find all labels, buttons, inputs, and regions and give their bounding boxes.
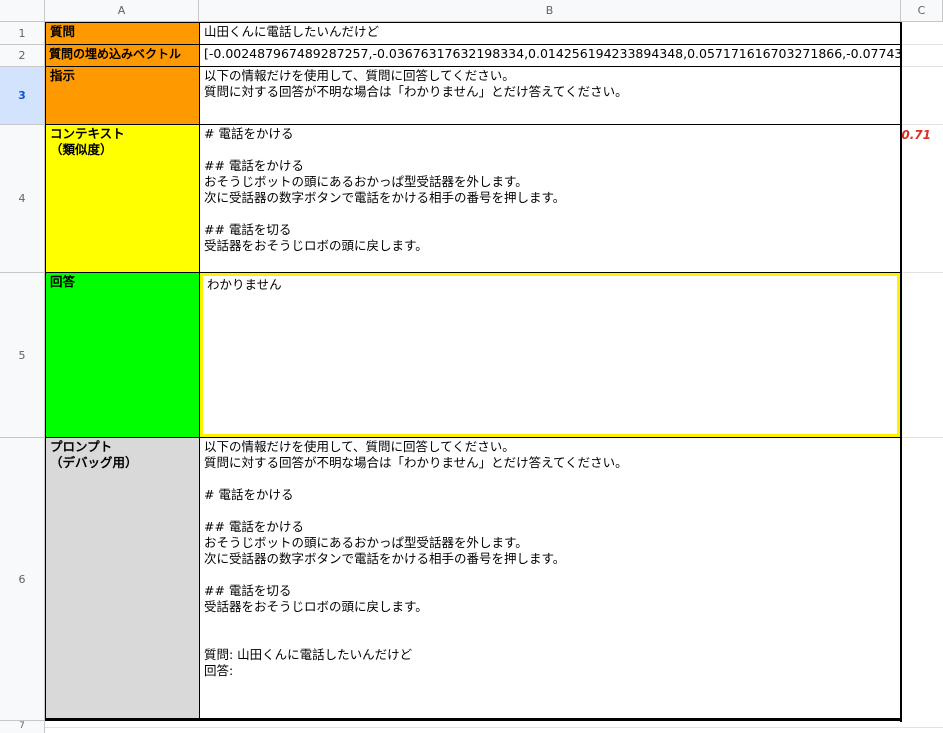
border-outer-left	[45, 22, 46, 721]
column-header-a[interactable]: A	[45, 0, 199, 22]
gridline	[901, 44, 943, 45]
gridline	[45, 727, 943, 728]
value-embedding[interactable]: [-0.002487967489287257,-0.03676317632198…	[200, 45, 900, 67]
answer-highlight-frame	[200, 273, 900, 437]
similarity-score[interactable]: 0.71	[901, 128, 931, 142]
label-context[interactable]: コンテキスト （類似度）	[46, 125, 199, 273]
row-header-2[interactable]: 2	[0, 45, 45, 67]
gridline	[901, 124, 943, 125]
row-header-6[interactable]: 6	[0, 438, 45, 721]
border-bottom	[45, 718, 902, 721]
value-prompt[interactable]: 以下の情報だけを使用して、質問に回答してください。 質問に対する回答が不明な場合…	[200, 438, 900, 721]
label-prompt[interactable]: プロンプト （デバッグ用）	[46, 438, 199, 721]
row-header-5[interactable]: 5	[0, 273, 45, 438]
label-answer[interactable]: 回答	[46, 273, 199, 438]
row-header-4[interactable]: 4	[0, 125, 45, 273]
gridline	[901, 66, 943, 67]
value-question[interactable]: 山田くんに電話したいんだけど	[200, 23, 900, 45]
label-instruction[interactable]: 指示	[46, 67, 199, 125]
border-row2	[45, 66, 902, 67]
border-row3	[45, 124, 902, 125]
gridline	[901, 437, 943, 438]
label-question[interactable]: 質問	[46, 23, 199, 45]
column-header-c[interactable]: C	[901, 0, 943, 22]
row-header-3[interactable]: 3	[0, 67, 45, 125]
border-outer-right	[900, 22, 902, 722]
row-header-7[interactable]: 7	[0, 721, 45, 733]
label-embedding[interactable]: 質問の埋め込みベクトル	[46, 45, 199, 67]
gridline	[901, 272, 943, 273]
value-context[interactable]: # 電話をかける ## 電話をかける おそうじボットの頭にあるおかっぱ型受話器を…	[200, 125, 900, 273]
border-row5	[45, 437, 902, 438]
border-top	[45, 22, 902, 23]
border-row1	[45, 44, 902, 45]
column-header-b[interactable]: B	[199, 0, 901, 22]
value-instruction[interactable]: 以下の情報だけを使用して、質問に回答してください。 質問に対する回答が不明な場合…	[200, 67, 900, 125]
corner-cell[interactable]	[0, 0, 45, 22]
row-header-1[interactable]: 1	[0, 22, 45, 45]
